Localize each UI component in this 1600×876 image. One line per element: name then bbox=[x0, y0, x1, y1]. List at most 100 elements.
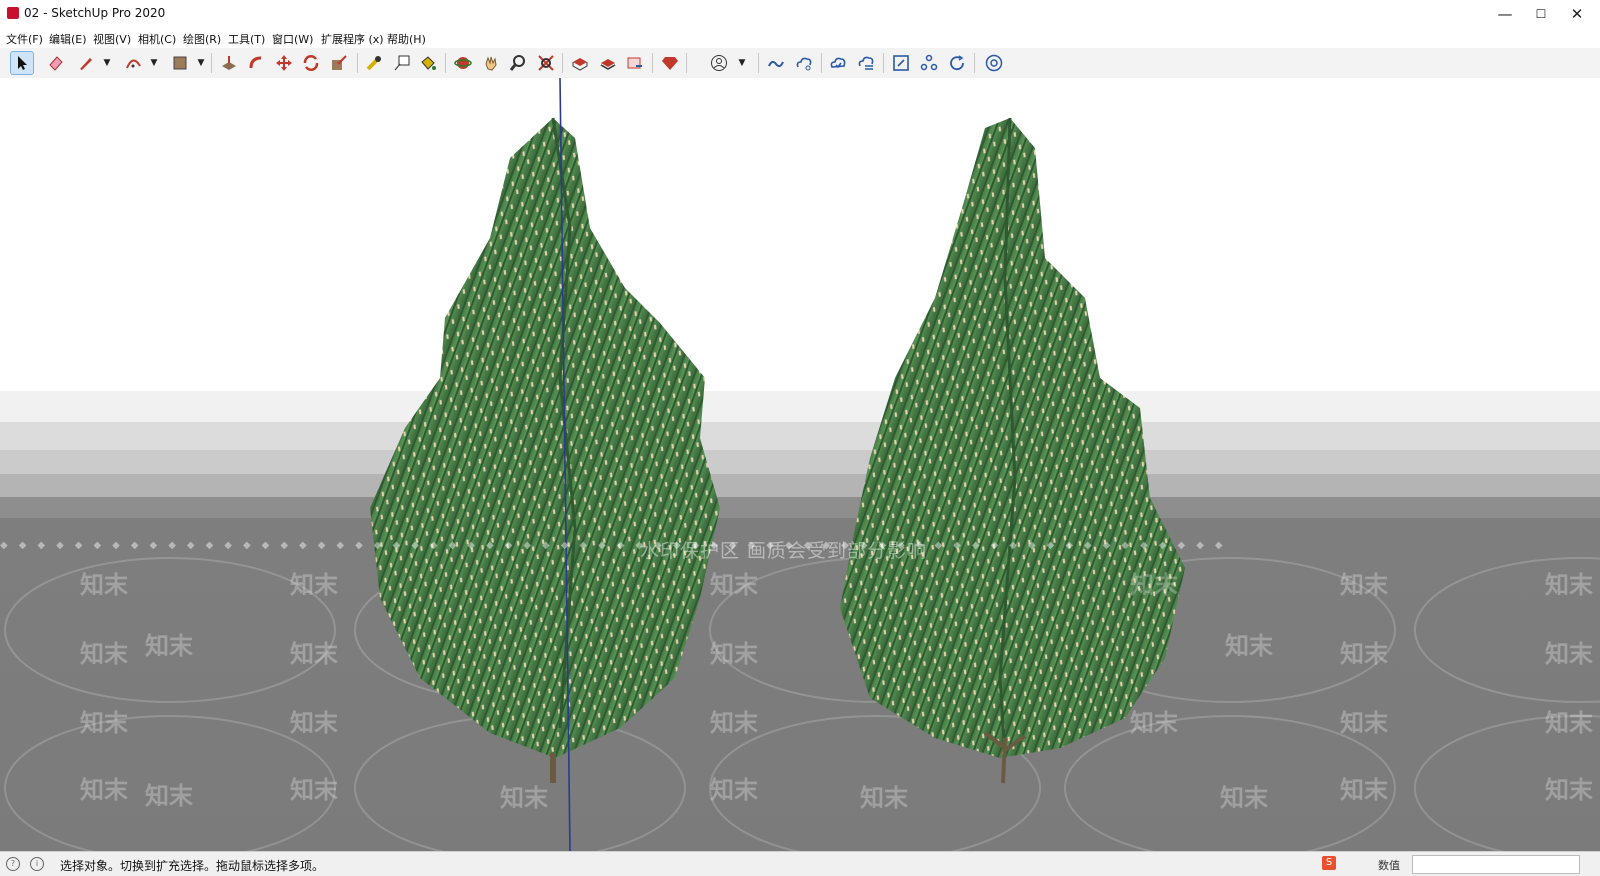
frame-button[interactable] bbox=[889, 51, 913, 75]
push-pull-icon bbox=[222, 56, 236, 70]
orbit-tool-button[interactable] bbox=[451, 51, 475, 75]
watermark-logo-text: 知末 bbox=[860, 784, 908, 812]
chrome-button[interactable] bbox=[982, 51, 1006, 75]
watermark-logo-text: 知末 bbox=[80, 709, 128, 737]
toolbar-separator bbox=[758, 53, 759, 73]
menu-tools[interactable]: 工具(T) bbox=[228, 31, 265, 47]
follow-me-tool-button[interactable] bbox=[244, 51, 268, 75]
select-icon bbox=[18, 56, 27, 70]
account-button[interactable] bbox=[707, 51, 731, 75]
geo-location-icon[interactable]: ? bbox=[6, 857, 20, 871]
tape-measure-icon bbox=[366, 56, 381, 71]
pan-icon bbox=[485, 56, 497, 71]
connect-share-button[interactable] bbox=[792, 51, 816, 75]
rectangle-icon bbox=[173, 56, 187, 70]
move-icon bbox=[276, 55, 292, 71]
pan-tool-button[interactable] bbox=[479, 51, 503, 75]
watermark-logo-text: 知末 bbox=[1340, 571, 1388, 599]
zoom-icon bbox=[509, 55, 525, 71]
ime-sogou-icon[interactable]: S bbox=[1322, 856, 1336, 870]
scale-icon bbox=[332, 55, 347, 70]
cloud-upload-button[interactable] bbox=[854, 51, 878, 75]
account-icon bbox=[711, 55, 727, 71]
menu-extensions[interactable]: 扩展程序 (x) bbox=[321, 31, 384, 47]
maximize-button[interactable]: ☐ bbox=[1522, 0, 1560, 28]
extension-manager-button[interactable] bbox=[658, 51, 682, 75]
rectangle-tool-button[interactable] bbox=[168, 51, 192, 75]
measurements-input[interactable] bbox=[1412, 855, 1580, 874]
paint-bucket-tool-button[interactable] bbox=[416, 51, 440, 75]
model-viewport[interactable]: ◆◆◆◆◆◆◆◆◆◆◆◆◆◆◆◆◆◆◆◆◆◆◆◆◆◆◆◆◆◆◆◆◆◆◆◆◆◆◆◆… bbox=[0, 78, 1600, 851]
watermark-logo-text: 知末 bbox=[710, 709, 758, 737]
connect-share-icon bbox=[796, 57, 812, 71]
shapes-dropdown-arrow[interactable]: ▼ bbox=[196, 54, 206, 72]
paint-bucket-icon bbox=[421, 56, 436, 70]
text-tool-button[interactable] bbox=[390, 51, 414, 75]
pencil-icon bbox=[80, 58, 92, 70]
send-to-layout-icon bbox=[627, 57, 642, 69]
close-button[interactable]: ✕ bbox=[1558, 0, 1596, 28]
watermark-logo-text: 知末 bbox=[710, 640, 758, 668]
refresh-button[interactable] bbox=[945, 51, 969, 75]
menu-file[interactable]: 文件(F) bbox=[6, 31, 43, 47]
tree-left[interactable] bbox=[370, 117, 720, 783]
cloud-sync-icon bbox=[830, 57, 846, 69]
rotate-tool-button[interactable] bbox=[299, 51, 323, 75]
text-icon bbox=[394, 55, 410, 71]
toolbar-separator bbox=[974, 53, 975, 73]
watermark-logo-text: 知末 bbox=[710, 571, 758, 599]
toolbar-separator bbox=[211, 53, 212, 73]
extension-warehouse-button[interactable] bbox=[596, 51, 620, 75]
watermark-logo-text: 知末 bbox=[500, 784, 548, 812]
trimble-connect-button[interactable] bbox=[764, 51, 788, 75]
orbit-icon bbox=[454, 57, 472, 69]
send-to-layout-button[interactable] bbox=[623, 51, 647, 75]
cloud-upload-icon bbox=[858, 56, 874, 70]
status-message: 选择对象。切换到扩充选择。拖动鼠标选择多项。 bbox=[60, 859, 325, 873]
pencil-tool-button[interactable] bbox=[74, 51, 98, 75]
eraser-tool-button[interactable] bbox=[44, 51, 68, 75]
component-options-button[interactable] bbox=[917, 51, 941, 75]
toolbar-separator bbox=[445, 53, 446, 73]
zoom-extents-tool-button[interactable] bbox=[534, 51, 558, 75]
zoom-tool-button[interactable] bbox=[506, 51, 530, 75]
toolbar-separator bbox=[686, 53, 687, 73]
extension-manager-icon bbox=[662, 57, 678, 70]
title-bar: 02 - SketchUp Pro 2020 — ☐ ✕ bbox=[0, 0, 1600, 28]
watermark-logo-text: 知末 bbox=[1340, 709, 1388, 737]
menu-view[interactable]: 视图(V) bbox=[93, 31, 131, 47]
follow-me-icon bbox=[249, 56, 262, 69]
arc-tool-button[interactable] bbox=[121, 51, 145, 75]
pencil-dropdown-arrow[interactable]: ▼ bbox=[102, 54, 112, 72]
watermark-logo-text: 知末 bbox=[1340, 776, 1388, 804]
watermark-protection-text: 水印保护区 画质会受到部分影响 bbox=[640, 540, 928, 562]
trimble-connect-icon bbox=[768, 60, 784, 68]
menu-edit[interactable]: 编辑(E) bbox=[49, 31, 87, 47]
arc-dropdown-arrow[interactable]: ▼ bbox=[149, 54, 159, 72]
cloud-sync-button[interactable] bbox=[826, 51, 850, 75]
account-dropdown-arrow[interactable]: ▼ bbox=[737, 54, 747, 72]
scale-tool-button[interactable] bbox=[327, 51, 351, 75]
watermark-logo-text: 知末 bbox=[1545, 640, 1593, 668]
toolbar-separator bbox=[562, 53, 563, 73]
watermark-logo-text: 知末 bbox=[80, 571, 128, 599]
arc-icon bbox=[126, 59, 141, 69]
watermark-logo-text: 知末 bbox=[1545, 776, 1593, 804]
select-tool-button[interactable] bbox=[10, 51, 34, 75]
chrome-icon bbox=[985, 54, 1003, 72]
watermark-logo-text: 知末 bbox=[290, 640, 338, 668]
menu-help[interactable]: 帮助(H) bbox=[387, 31, 426, 47]
menu-window[interactable]: 窗口(W) bbox=[272, 31, 313, 47]
minimize-button[interactable]: — bbox=[1486, 0, 1524, 28]
3d-warehouse-button[interactable] bbox=[568, 51, 592, 75]
measurements-label: 数值 bbox=[1378, 859, 1400, 872]
tape-measure-tool-button[interactable] bbox=[362, 51, 386, 75]
tree-right[interactable] bbox=[840, 117, 1185, 784]
menu-draw[interactable]: 绘图(R) bbox=[183, 31, 221, 47]
large-toolset-toolbar: ▼ ▼ ▼ ▼ bbox=[0, 48, 1600, 79]
push-pull-tool-button[interactable] bbox=[217, 51, 241, 75]
menu-camera[interactable]: 相机(C) bbox=[138, 31, 176, 47]
watermark-logo-text: 知末 bbox=[290, 776, 338, 804]
move-tool-button[interactable] bbox=[272, 51, 296, 75]
info-icon[interactable]: i bbox=[30, 857, 44, 871]
